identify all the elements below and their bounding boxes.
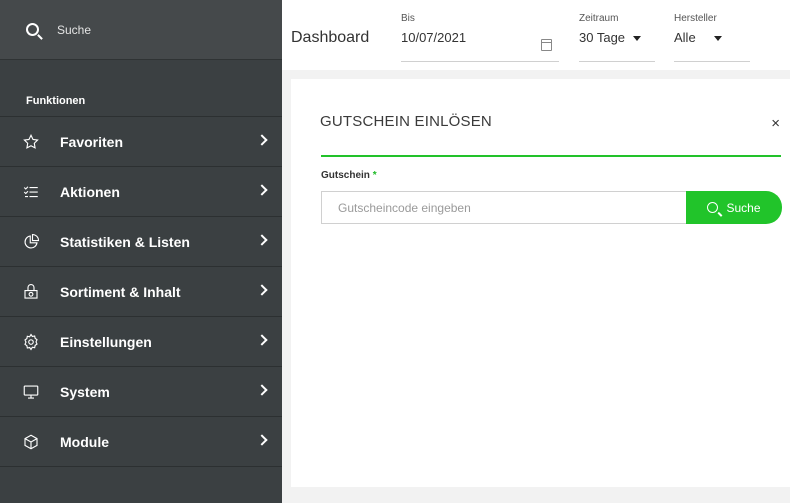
field-underline xyxy=(674,61,750,62)
basket-icon xyxy=(0,283,60,301)
sidebar-item-module[interactable]: Module xyxy=(0,417,282,467)
select-zeitraum[interactable]: Zeitraum 30 Tage xyxy=(579,13,655,62)
hersteller-label: Hersteller xyxy=(674,13,717,24)
field-underline xyxy=(401,61,559,62)
bis-label: Bis xyxy=(401,13,415,24)
voucher-search-button-label: Suche xyxy=(726,200,761,215)
sidebar-item-label: System xyxy=(60,383,110,400)
sidebar-item-label: Sortiment & Inhalt xyxy=(60,283,181,300)
list-icon xyxy=(0,183,60,201)
cube-icon xyxy=(0,433,60,451)
field-underline xyxy=(579,61,655,62)
star-icon xyxy=(0,133,60,151)
sidebar-search-label: Suche xyxy=(57,22,92,37)
sidebar-item-label: Aktionen xyxy=(60,183,120,200)
title-divider xyxy=(321,155,781,157)
pie-chart-icon xyxy=(0,233,60,251)
sidebar-item-label: Einstellungen xyxy=(60,333,152,350)
gear-icon xyxy=(0,332,60,351)
sidebar-item-system[interactable]: System xyxy=(0,367,282,417)
chevron-down-icon xyxy=(713,36,722,42)
required-mark: * xyxy=(372,170,377,181)
zeitraum-value: 30 Tage xyxy=(579,30,655,45)
zeitraum-value-text: 30 Tage xyxy=(579,30,626,45)
sidebar-item-label: Module xyxy=(60,433,109,450)
voucher-title: GUTSCHEIN EINLÖSEN xyxy=(320,113,492,130)
sidebar: Suche Funktionen Favoriten Aktionen Stat… xyxy=(0,0,282,503)
sidebar-item-einstellungen[interactable]: Einstellungen xyxy=(0,317,282,367)
page-title: Dashboard xyxy=(291,29,370,46)
topbar: Dashboard Bis 10/07/2021 Zeitraum 30 Tag… xyxy=(282,0,790,70)
date-field-bis[interactable]: Bis 10/07/2021 xyxy=(401,13,559,62)
close-icon[interactable]: × xyxy=(771,115,780,132)
search-icon xyxy=(707,202,719,213)
voucher-search-button[interactable]: Suche xyxy=(686,191,782,224)
voucher-field-label-text: Gutschein xyxy=(321,170,370,181)
sidebar-search[interactable]: Suche xyxy=(0,0,282,60)
sidebar-item-aktionen[interactable]: Aktionen xyxy=(0,167,282,217)
voucher-code-input[interactable]: Gutscheincode eingeben xyxy=(321,191,686,224)
search-icon xyxy=(26,23,39,36)
monitor-icon xyxy=(0,383,60,401)
voucher-field-label: Gutschein * xyxy=(321,170,377,181)
sidebar-item-statistiken[interactable]: Statistiken & Listen xyxy=(0,217,282,267)
calendar-icon[interactable] xyxy=(541,39,552,51)
voucher-panel: GUTSCHEIN EINLÖSEN × Gutschein * Gutsche… xyxy=(291,79,790,487)
select-hersteller[interactable]: Hersteller Alle xyxy=(674,13,750,62)
chevron-down-icon xyxy=(633,36,642,42)
zeitraum-label: Zeitraum xyxy=(579,13,619,24)
bis-value: 10/07/2021 xyxy=(401,30,467,45)
section-title: Funktionen xyxy=(0,60,282,117)
sidebar-item-favoriten[interactable]: Favoriten xyxy=(0,117,282,167)
hersteller-value-text: Alle xyxy=(674,30,696,45)
hersteller-value: Alle xyxy=(674,30,750,45)
sidebar-item-label: Favoriten xyxy=(60,133,124,150)
sidebar-item-sortiment[interactable]: Sortiment & Inhalt xyxy=(0,267,282,317)
sidebar-item-label: Statistiken & Listen xyxy=(60,233,190,250)
